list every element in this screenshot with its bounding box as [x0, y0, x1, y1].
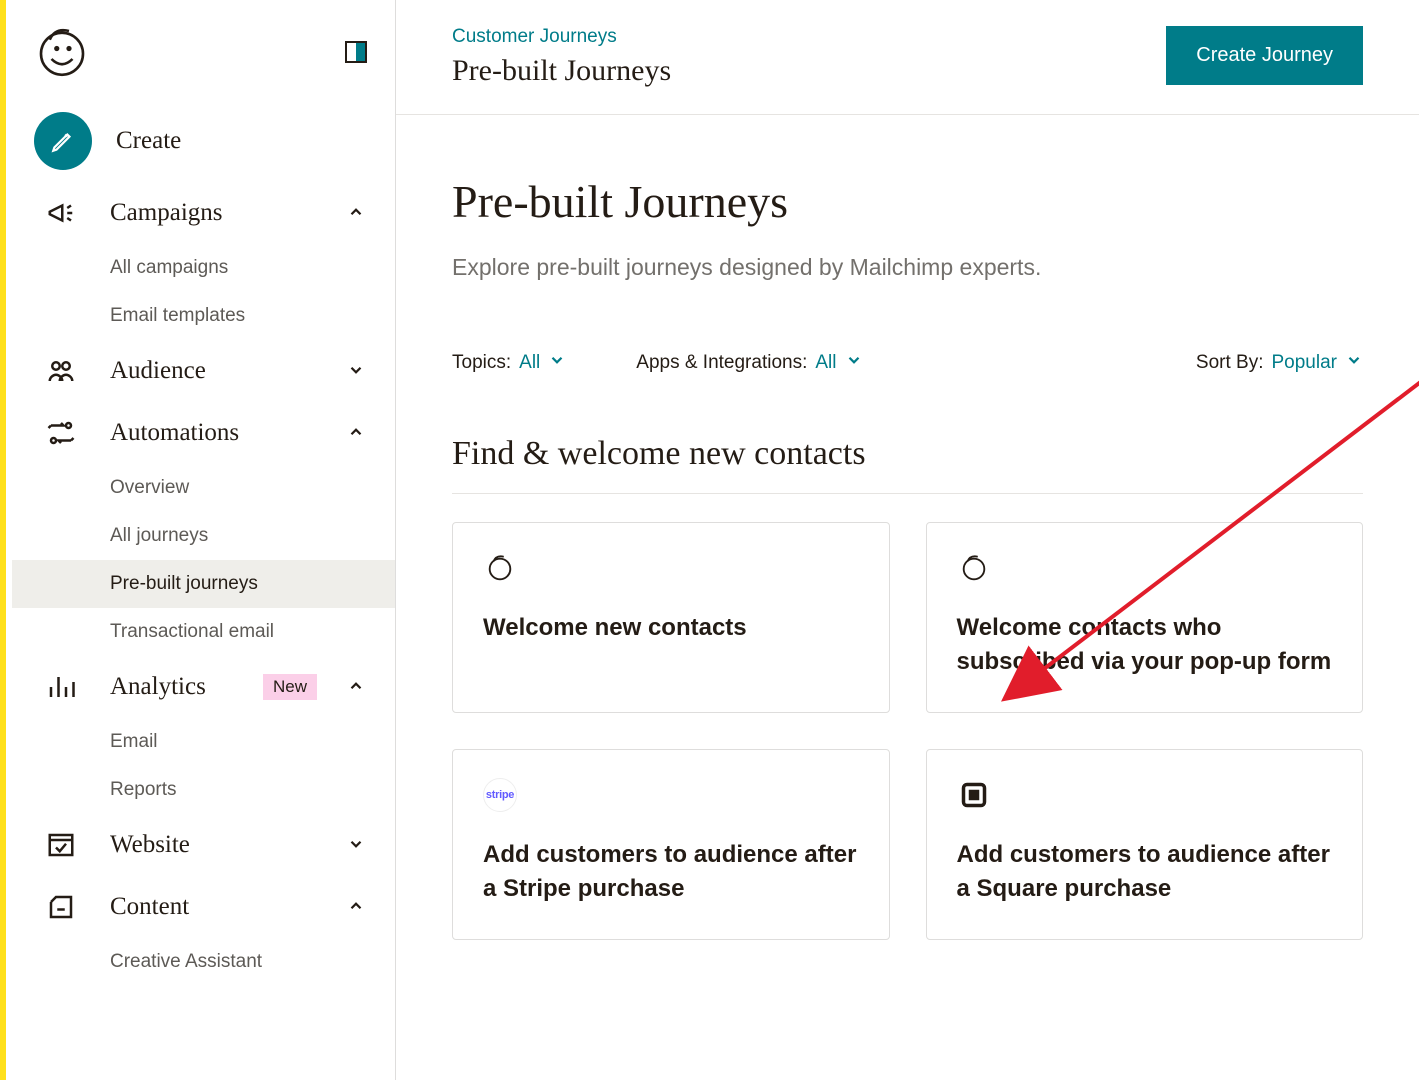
page-subtitle: Pre-built Journeys	[452, 54, 671, 88]
card-title: Welcome contacts who subscribed via your…	[957, 611, 1333, 678]
sidebar-item-automations[interactable]: Automations	[6, 402, 395, 464]
sidebar-item-audience[interactable]: Audience	[6, 340, 395, 402]
breadcrumb[interactable]: Customer Journeys	[452, 26, 671, 48]
chevron-up-icon	[347, 423, 367, 443]
content-icon	[42, 892, 80, 922]
chevron-down-icon	[347, 361, 367, 381]
sidebar-sub-reports[interactable]: Reports	[110, 766, 395, 814]
chevron-up-icon	[347, 677, 367, 697]
nav-label: Website	[110, 831, 317, 859]
mailchimp-icon	[483, 551, 517, 585]
journey-card-welcome-popup[interactable]: Welcome contacts who subscribed via your…	[926, 522, 1364, 713]
automations-icon	[42, 418, 80, 448]
create-label: Create	[116, 127, 367, 155]
mailchimp-logo-icon[interactable]	[34, 24, 90, 80]
sidebar: Create Campaigns All campaigns Email tem…	[6, 0, 396, 1080]
sidebar-sub-all-journeys[interactable]: All journeys	[110, 512, 395, 560]
square-icon	[957, 778, 991, 812]
nav-label: Campaigns	[110, 199, 317, 227]
new-badge: New	[263, 674, 317, 700]
sidebar-item-campaigns[interactable]: Campaigns	[6, 182, 395, 244]
create-journey-button[interactable]: Create Journey	[1166, 26, 1363, 85]
filter-label: Apps & Integrations:	[636, 352, 807, 374]
stripe-icon: stripe	[483, 778, 517, 812]
sidebar-item-analytics[interactable]: Analytics New	[6, 656, 395, 718]
sidebar-item-website[interactable]: Website	[6, 814, 395, 876]
website-icon	[42, 830, 80, 860]
chevron-down-icon	[845, 351, 863, 375]
nav-label: Audience	[110, 357, 317, 385]
journey-card-welcome-new-contacts[interactable]: Welcome new contacts	[452, 522, 890, 713]
card-title: Add customers to audience after a Stripe…	[483, 838, 859, 905]
audience-icon	[42, 356, 80, 386]
filter-sort[interactable]: Sort By: Popular	[1196, 351, 1363, 375]
sidebar-sub-creative-assistant[interactable]: Creative Assistant	[110, 938, 395, 986]
collapse-sidebar-button[interactable]	[345, 41, 367, 63]
create-button[interactable]: Create	[6, 100, 395, 182]
filter-label: Sort By:	[1196, 352, 1264, 374]
filter-value: All	[519, 352, 540, 374]
sidebar-sub-prebuilt-journeys[interactable]: Pre-built journeys	[12, 560, 395, 608]
chevron-down-icon	[1345, 351, 1363, 375]
section-heading: Find & welcome new contacts	[452, 435, 1363, 494]
nav-label: Analytics	[110, 673, 225, 701]
filter-value: Popular	[1272, 352, 1338, 374]
megaphone-icon	[42, 198, 80, 228]
sidebar-sub-overview[interactable]: Overview	[110, 464, 395, 512]
journey-card-square[interactable]: Add customers to audience after a Square…	[926, 749, 1364, 940]
chevron-up-icon	[347, 203, 367, 223]
analytics-icon	[42, 672, 80, 702]
filter-apps[interactable]: Apps & Integrations: All	[636, 351, 862, 375]
card-title: Add customers to audience after a Square…	[957, 838, 1333, 905]
page-lead: Explore pre-built journeys designed by M…	[452, 254, 1363, 281]
content: Pre-built Journeys Explore pre-built jou…	[396, 115, 1419, 940]
sidebar-sub-transactional-email[interactable]: Transactional email	[110, 608, 395, 656]
nav-label: Automations	[110, 419, 317, 447]
mailchimp-icon	[957, 551, 991, 585]
journey-card-stripe[interactable]: stripe Add customers to audience after a…	[452, 749, 890, 940]
sidebar-sub-all-campaigns[interactable]: All campaigns	[110, 244, 395, 292]
page-title: Pre-built Journeys	[452, 175, 1363, 228]
chevron-up-icon	[347, 897, 367, 917]
sidebar-item-content[interactable]: Content	[6, 876, 395, 938]
chevron-down-icon	[347, 835, 367, 855]
nav-label: Content	[110, 893, 317, 921]
filter-bar: Topics: All Apps & Integrations: All Sor…	[452, 351, 1363, 375]
chevron-down-icon	[548, 351, 566, 375]
filter-topics[interactable]: Topics: All	[452, 351, 566, 375]
card-title: Welcome new contacts	[483, 611, 859, 645]
sidebar-sub-email-templates[interactable]: Email templates	[110, 292, 395, 340]
journey-cards: Welcome new contacts Welcome contacts wh…	[452, 522, 1363, 940]
topbar: Customer Journeys Pre-built Journeys Cre…	[396, 0, 1419, 115]
pencil-icon	[34, 112, 92, 170]
filter-value: All	[815, 352, 836, 374]
filter-label: Topics:	[452, 352, 511, 374]
sidebar-top	[6, 24, 395, 100]
sidebar-sub-email[interactable]: Email	[110, 718, 395, 766]
main: Customer Journeys Pre-built Journeys Cre…	[396, 0, 1419, 1080]
